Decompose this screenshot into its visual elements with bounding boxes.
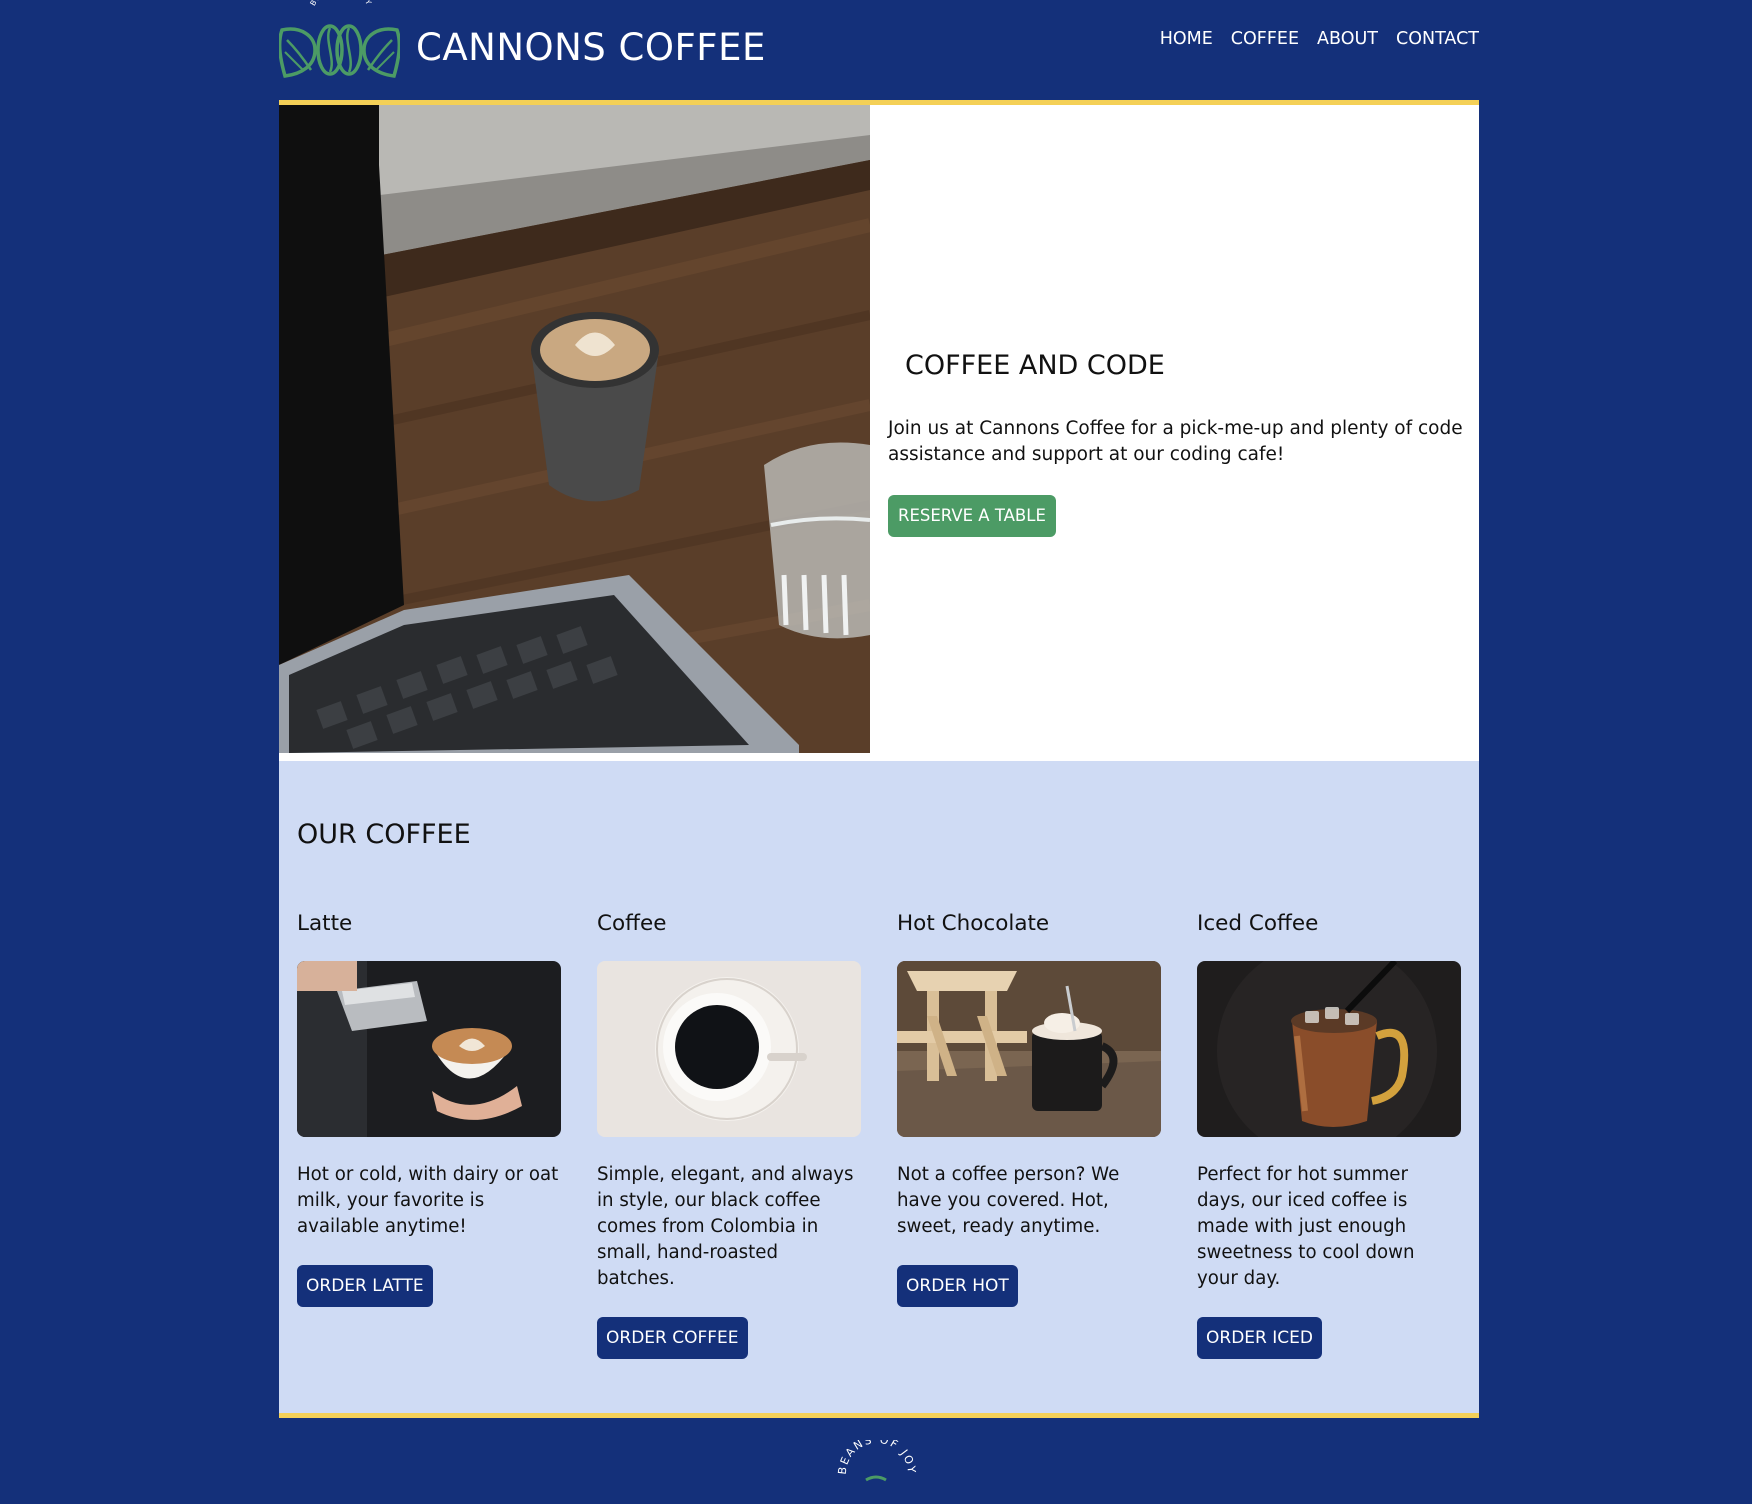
card-title: Hot Chocolate: [897, 911, 1050, 936]
order-coffee-button[interactable]: ORDER COFFEE: [597, 1317, 748, 1359]
card-text: Perfect for hot summer days, our iced co…: [1197, 1164, 1415, 1289]
main-nav: HOME COFFEE ABOUT CONTACT: [1160, 27, 1479, 51]
iced-coffee-image: [1197, 961, 1461, 1137]
coffee-card-latte: Latte Hot or cold, with dairy or oat mil…: [297, 909, 561, 1307]
coffee-image: [597, 961, 861, 1137]
site-header: BEANS OF JOY CANNONS COFFEE HOME COFFEE …: [277, 0, 1479, 100]
order-iced-button[interactable]: ORDER ICED: [1197, 1317, 1322, 1359]
coffee-card-hot-chocolate: Hot Chocolate Not a coffee person? We ha…: [897, 909, 1161, 1307]
nav-home-link[interactable]: HOME: [1160, 27, 1213, 51]
card-title: Latte: [297, 911, 353, 936]
svg-text:BEANS OF JOY: BEANS OF JOY: [308, 0, 374, 7]
hero-text: Join us at Cannons Coffee for a pick-me-…: [888, 418, 1463, 465]
hero-heading: COFFEE AND CODE: [905, 350, 1165, 381]
card-title: Coffee: [597, 911, 667, 936]
hero-section: COFFEE AND CODE Join us at Cannons Coffe…: [279, 100, 1479, 761]
order-hot-button[interactable]: ORDER HOT: [897, 1265, 1018, 1307]
card-text: Simple, elegant, and always in style, ou…: [597, 1164, 854, 1289]
footer-logo-icon[interactable]: BEANS OF JOY: [816, 1433, 936, 1500]
latte-image: [297, 961, 561, 1137]
svg-text:BEANS OF JOY: BEANS OF JOY: [836, 1440, 918, 1475]
card-text: Not a coffee person? We have you covered…: [897, 1164, 1120, 1237]
brand-title[interactable]: CANNONS COFFEE: [416, 26, 766, 70]
nav-about-link[interactable]: ABOUT: [1317, 27, 1378, 51]
our-coffee-section: OUR COFFEE Latte Hot or cold, with dairy…: [279, 761, 1479, 1418]
coffee-card-coffee: Coffee Simple, elegant, and always in st…: [597, 909, 861, 1359]
hero-content: COFFEE AND CODE Join us at Cannons Coffe…: [888, 348, 1468, 537]
section-title: OUR COFFEE: [297, 819, 471, 850]
hero-image: [279, 105, 870, 753]
hot-chocolate-image: [897, 961, 1161, 1137]
coffee-card-iced-coffee: Iced Coffee Perfect for hot summer days,…: [1197, 909, 1461, 1359]
brand-logo-icon[interactable]: BEANS OF JOY: [277, 0, 402, 80]
card-text: Hot or cold, with dairy or oat milk, you…: [297, 1164, 559, 1237]
nav-contact-link[interactable]: CONTACT: [1396, 27, 1479, 51]
order-latte-button[interactable]: ORDER LATTE: [297, 1265, 433, 1307]
reserve-table-button[interactable]: RESERVE A TABLE: [888, 495, 1056, 537]
nav-coffee-link[interactable]: COFFEE: [1231, 27, 1299, 51]
card-title: Iced Coffee: [1197, 911, 1319, 936]
